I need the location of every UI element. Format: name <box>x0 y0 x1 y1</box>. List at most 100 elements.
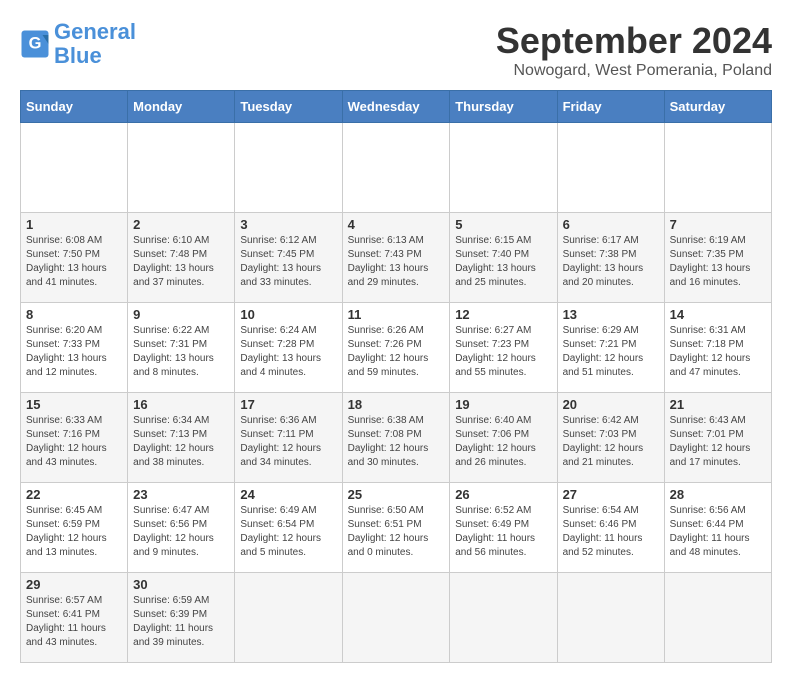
calendar-day-cell <box>21 123 128 213</box>
day-number: 9 <box>133 307 229 322</box>
day-number: 19 <box>455 397 551 412</box>
day-info: Sunrise: 6:15 AM Sunset: 7:40 PM Dayligh… <box>455 234 551 290</box>
calendar-day-cell: 6 Sunrise: 6:17 AM Sunset: 7:38 PM Dayli… <box>557 213 664 303</box>
title-section: September 2024 Nowogard, West Pomerania,… <box>496 20 772 80</box>
day-number: 8 <box>26 307 122 322</box>
day-number: 11 <box>348 307 445 322</box>
day-info: Sunrise: 6:27 AM Sunset: 7:23 PM Dayligh… <box>455 324 551 380</box>
calendar-week-row: 22 Sunrise: 6:45 AM Sunset: 6:59 PM Dayl… <box>21 483 772 573</box>
day-info: Sunrise: 6:20 AM Sunset: 7:33 PM Dayligh… <box>26 324 122 380</box>
calendar-day-cell: 13 Sunrise: 6:29 AM Sunset: 7:21 PM Dayl… <box>557 303 664 393</box>
day-info: Sunrise: 6:56 AM Sunset: 6:44 PM Dayligh… <box>670 504 766 560</box>
logo-text: General Blue <box>54 20 136 68</box>
day-number: 2 <box>133 217 229 232</box>
day-info: Sunrise: 6:10 AM Sunset: 7:48 PM Dayligh… <box>133 234 229 290</box>
calendar-day-cell <box>235 123 342 213</box>
logo-icon: G <box>20 29 50 59</box>
day-info: Sunrise: 6:57 AM Sunset: 6:41 PM Dayligh… <box>26 594 122 650</box>
day-info: Sunrise: 6:33 AM Sunset: 7:16 PM Dayligh… <box>26 414 122 470</box>
day-info: Sunrise: 6:43 AM Sunset: 7:01 PM Dayligh… <box>670 414 766 470</box>
day-info: Sunrise: 6:17 AM Sunset: 7:38 PM Dayligh… <box>563 234 659 290</box>
calendar-day-cell <box>450 123 557 213</box>
day-number: 1 <box>26 217 122 232</box>
day-number: 30 <box>133 577 229 592</box>
calendar-day-cell: 25 Sunrise: 6:50 AM Sunset: 6:51 PM Dayl… <box>342 483 450 573</box>
calendar-day-cell: 12 Sunrise: 6:27 AM Sunset: 7:23 PM Dayl… <box>450 303 557 393</box>
calendar-day-cell: 19 Sunrise: 6:40 AM Sunset: 7:06 PM Dayl… <box>450 393 557 483</box>
calendar-day-cell: 22 Sunrise: 6:45 AM Sunset: 6:59 PM Dayl… <box>21 483 128 573</box>
day-number: 7 <box>670 217 766 232</box>
day-number: 4 <box>348 217 445 232</box>
day-info: Sunrise: 6:49 AM Sunset: 6:54 PM Dayligh… <box>240 504 336 560</box>
calendar-day-cell <box>128 123 235 213</box>
header-monday: Monday <box>128 91 235 123</box>
day-info: Sunrise: 6:50 AM Sunset: 6:51 PM Dayligh… <box>348 504 445 560</box>
calendar-day-cell: 16 Sunrise: 6:34 AM Sunset: 7:13 PM Dayl… <box>128 393 235 483</box>
calendar-day-cell: 30 Sunrise: 6:59 AM Sunset: 6:39 PM Dayl… <box>128 573 235 663</box>
calendar-day-cell <box>450 573 557 663</box>
day-number: 22 <box>26 487 122 502</box>
day-info: Sunrise: 6:40 AM Sunset: 7:06 PM Dayligh… <box>455 414 551 470</box>
day-number: 20 <box>563 397 659 412</box>
day-info: Sunrise: 6:38 AM Sunset: 7:08 PM Dayligh… <box>348 414 445 470</box>
calendar-table: Sunday Monday Tuesday Wednesday Thursday… <box>20 90 772 663</box>
day-number: 15 <box>26 397 122 412</box>
day-info: Sunrise: 6:29 AM Sunset: 7:21 PM Dayligh… <box>563 324 659 380</box>
calendar-day-cell: 10 Sunrise: 6:24 AM Sunset: 7:28 PM Dayl… <box>235 303 342 393</box>
header-friday: Friday <box>557 91 664 123</box>
day-number: 17 <box>240 397 336 412</box>
calendar-day-cell <box>342 123 450 213</box>
day-info: Sunrise: 6:52 AM Sunset: 6:49 PM Dayligh… <box>455 504 551 560</box>
calendar-day-cell: 21 Sunrise: 6:43 AM Sunset: 7:01 PM Dayl… <box>664 393 771 483</box>
day-info: Sunrise: 6:45 AM Sunset: 6:59 PM Dayligh… <box>26 504 122 560</box>
calendar-day-cell: 9 Sunrise: 6:22 AM Sunset: 7:31 PM Dayli… <box>128 303 235 393</box>
header-tuesday: Tuesday <box>235 91 342 123</box>
calendar-day-cell: 8 Sunrise: 6:20 AM Sunset: 7:33 PM Dayli… <box>21 303 128 393</box>
logo-line1: General <box>54 19 136 44</box>
day-number: 14 <box>670 307 766 322</box>
svg-text:G: G <box>29 35 42 53</box>
day-info: Sunrise: 6:13 AM Sunset: 7:43 PM Dayligh… <box>348 234 445 290</box>
day-number: 27 <box>563 487 659 502</box>
day-number: 6 <box>563 217 659 232</box>
day-info: Sunrise: 6:34 AM Sunset: 7:13 PM Dayligh… <box>133 414 229 470</box>
header-wednesday: Wednesday <box>342 91 450 123</box>
day-number: 12 <box>455 307 551 322</box>
calendar-day-cell <box>557 573 664 663</box>
day-number: 16 <box>133 397 229 412</box>
month-title: September 2024 <box>496 20 772 62</box>
day-info: Sunrise: 6:24 AM Sunset: 7:28 PM Dayligh… <box>240 324 336 380</box>
day-info: Sunrise: 6:42 AM Sunset: 7:03 PM Dayligh… <box>563 414 659 470</box>
calendar-day-cell: 1 Sunrise: 6:08 AM Sunset: 7:50 PM Dayli… <box>21 213 128 303</box>
calendar-day-cell: 26 Sunrise: 6:52 AM Sunset: 6:49 PM Dayl… <box>450 483 557 573</box>
calendar-day-cell: 28 Sunrise: 6:56 AM Sunset: 6:44 PM Dayl… <box>664 483 771 573</box>
day-number: 21 <box>670 397 766 412</box>
day-number: 25 <box>348 487 445 502</box>
calendar-day-cell: 17 Sunrise: 6:36 AM Sunset: 7:11 PM Dayl… <box>235 393 342 483</box>
day-number: 18 <box>348 397 445 412</box>
day-number: 3 <box>240 217 336 232</box>
calendar-week-row: 15 Sunrise: 6:33 AM Sunset: 7:16 PM Dayl… <box>21 393 772 483</box>
calendar-day-cell: 2 Sunrise: 6:10 AM Sunset: 7:48 PM Dayli… <box>128 213 235 303</box>
calendar-day-cell: 4 Sunrise: 6:13 AM Sunset: 7:43 PM Dayli… <box>342 213 450 303</box>
calendar-day-cell: 7 Sunrise: 6:19 AM Sunset: 7:35 PM Dayli… <box>664 213 771 303</box>
calendar-day-cell <box>557 123 664 213</box>
calendar-week-row: 8 Sunrise: 6:20 AM Sunset: 7:33 PM Dayli… <box>21 303 772 393</box>
day-number: 23 <box>133 487 229 502</box>
calendar-week-row: 29 Sunrise: 6:57 AM Sunset: 6:41 PM Dayl… <box>21 573 772 663</box>
day-info: Sunrise: 6:08 AM Sunset: 7:50 PM Dayligh… <box>26 234 122 290</box>
page-header: G General Blue September 2024 Nowogard, … <box>20 20 772 80</box>
calendar-week-row: 1 Sunrise: 6:08 AM Sunset: 7:50 PM Dayli… <box>21 213 772 303</box>
day-number: 29 <box>26 577 122 592</box>
calendar-header-row: Sunday Monday Tuesday Wednesday Thursday… <box>21 91 772 123</box>
calendar-day-cell: 14 Sunrise: 6:31 AM Sunset: 7:18 PM Dayl… <box>664 303 771 393</box>
header-sunday: Sunday <box>21 91 128 123</box>
day-number: 5 <box>455 217 551 232</box>
calendar-day-cell: 11 Sunrise: 6:26 AM Sunset: 7:26 PM Dayl… <box>342 303 450 393</box>
logo-line2: Blue <box>54 43 102 68</box>
day-number: 28 <box>670 487 766 502</box>
day-info: Sunrise: 6:59 AM Sunset: 6:39 PM Dayligh… <box>133 594 229 650</box>
logo: G General Blue <box>20 20 136 68</box>
day-info: Sunrise: 6:26 AM Sunset: 7:26 PM Dayligh… <box>348 324 445 380</box>
day-number: 13 <box>563 307 659 322</box>
